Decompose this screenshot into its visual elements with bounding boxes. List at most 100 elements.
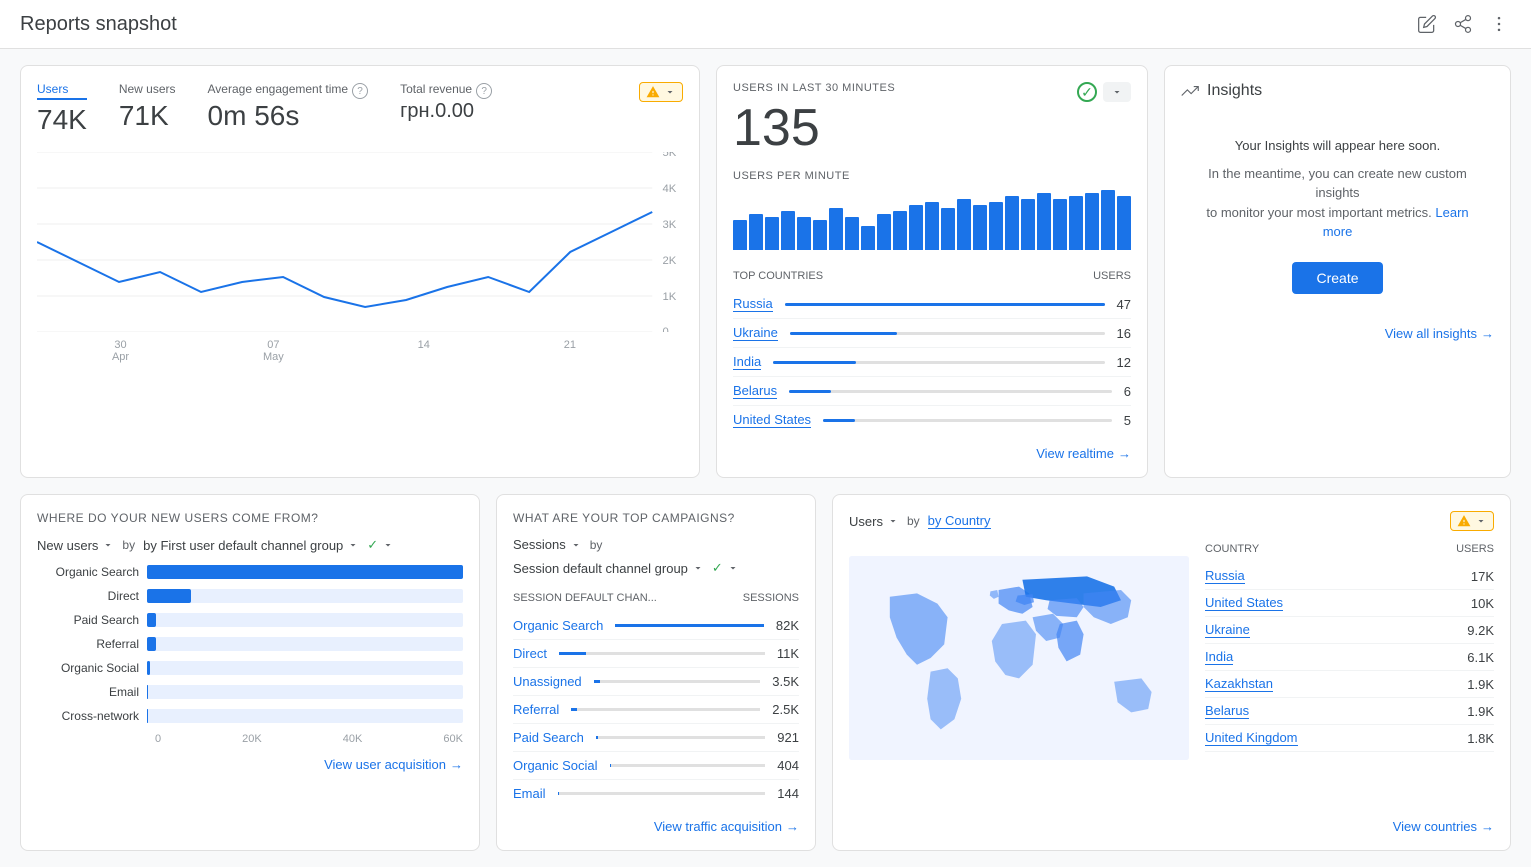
geo-kazakhstan-value: 1.9K	[1467, 677, 1494, 692]
x-label-4: 21	[564, 339, 576, 363]
session-direct-value: 11K	[777, 646, 799, 661]
bar-25	[1117, 196, 1131, 250]
geo-russia[interactable]: Russia	[1205, 568, 1245, 584]
edit-icon[interactable]	[1415, 12, 1439, 36]
session-social-bar-container	[610, 764, 766, 767]
country-row-russia: Russia 47	[733, 290, 1131, 319]
country-ukraine[interactable]: Ukraine	[733, 325, 778, 341]
view-user-acquisition-link[interactable]: View user acquisition →	[324, 757, 463, 772]
geo-belarus-value: 1.9K	[1467, 704, 1494, 719]
create-button[interactable]: Create	[1292, 262, 1382, 294]
hbar-track-cross	[147, 709, 463, 723]
session-email-name[interactable]: Email	[513, 786, 546, 801]
hbar-track-paid	[147, 613, 463, 627]
session-referral-name[interactable]: Referral	[513, 702, 559, 717]
bar-8	[845, 217, 859, 250]
view-traffic-link[interactable]: View traffic acquisition →	[654, 819, 799, 834]
filter-sessions[interactable]: Sessions	[513, 537, 582, 552]
geo-india[interactable]: India	[1205, 649, 1233, 665]
session-unassigned-name[interactable]: Unassigned	[513, 674, 582, 689]
geo-india-value: 6.1K	[1467, 650, 1494, 665]
realtime-card: USERS IN LAST 30 MINUTES 135 ✓ USERS PER…	[716, 65, 1148, 478]
geo-russia-row: Russia 17K	[1205, 563, 1494, 590]
session-row-organic: Organic Search 82K	[513, 612, 799, 640]
engagement-info-icon[interactable]: ?	[352, 83, 368, 99]
bar-1	[733, 220, 747, 250]
country-russia[interactable]: Russia	[733, 296, 773, 312]
more-icon[interactable]	[1487, 12, 1511, 36]
session-unassigned-value: 3.5K	[772, 674, 799, 689]
filter-chevron	[102, 539, 114, 551]
bar-9	[861, 226, 875, 250]
geo-users-chevron	[887, 515, 899, 527]
svg-text:2K: 2K	[662, 255, 676, 267]
filter-channel-group[interactable]: by First user default channel group	[143, 538, 359, 553]
svg-text:4K: 4K	[662, 183, 676, 195]
bottom-row: WHERE DO YOUR NEW USERS COME FROM? New u…	[20, 494, 1511, 851]
geo-us[interactable]: United States	[1205, 595, 1283, 611]
country-india[interactable]: India	[733, 354, 761, 370]
view-traffic-container: View traffic acquisition →	[513, 819, 799, 834]
svg-text:0: 0	[662, 326, 668, 332]
geo-filter-row: Users by by Country	[849, 513, 991, 529]
hbar-label-email: Email	[37, 685, 147, 699]
campaigns-filter-row: Sessions by Session default channel grou…	[513, 537, 799, 576]
metrics-card: Users 74K New users 71K Average engageme…	[20, 65, 700, 478]
country-col-label: COUNTRY	[1205, 543, 1259, 555]
bar-12	[909, 205, 923, 250]
bar-2	[749, 214, 763, 250]
bar-16	[973, 205, 987, 250]
session-referral-bar	[571, 708, 577, 711]
status-dropdown[interactable]: ✓	[367, 537, 394, 553]
header-actions	[1415, 12, 1511, 36]
geo-uk[interactable]: United Kingdom	[1205, 730, 1298, 746]
countries-table: Russia 47 Ukraine 16 India	[733, 290, 1131, 434]
users-label[interactable]: Users	[37, 82, 87, 100]
status-indicator: ✓	[1077, 82, 1097, 102]
geo-belarus[interactable]: Belarus	[1205, 703, 1249, 719]
view-countries-link[interactable]: View countries →	[1393, 819, 1494, 834]
filter-users-geo[interactable]: Users	[849, 514, 899, 529]
hbar-organic-search: Organic Search	[37, 565, 463, 579]
warning-badge[interactable]	[639, 82, 683, 102]
session-direct-name[interactable]: Direct	[513, 646, 547, 661]
country-belarus[interactable]: Belarus	[733, 383, 777, 399]
bar-20	[1037, 193, 1051, 250]
country-us[interactable]: United States	[733, 412, 811, 428]
arrow-icon-geo: →	[1481, 819, 1494, 834]
hbar-paid: Paid Search	[37, 613, 463, 627]
session-social-name[interactable]: Organic Social	[513, 758, 598, 773]
hbar-fill-direct	[147, 589, 191, 603]
filter-session-channel[interactable]: Session default channel group	[513, 561, 704, 576]
session-organic-name[interactable]: Organic Search	[513, 618, 603, 633]
view-acquisition-container: View user acquisition →	[37, 757, 463, 772]
view-all-insights-link[interactable]: View all insights →	[1385, 326, 1494, 341]
geo-warning-badge[interactable]	[1450, 511, 1494, 531]
revenue-value: грн.0.00	[400, 100, 492, 123]
filter-country[interactable]: by Country	[928, 513, 991, 529]
realtime-dropdown[interactable]	[1103, 82, 1131, 102]
per-minute-label: USERS PER MINUTE	[733, 170, 1131, 182]
insights-card: Insights Your Insights will appear here …	[1164, 65, 1511, 478]
belarus-bar	[789, 390, 831, 393]
us-value: 5	[1124, 413, 1131, 428]
revenue-info-icon[interactable]: ?	[476, 83, 492, 99]
sessions-chevron	[570, 539, 582, 551]
campaigns-status-dropdown[interactable]: ✓	[712, 560, 739, 576]
realtime-header: USERS IN LAST 30 MINUTES 135 ✓	[733, 82, 1131, 162]
geo-ukraine[interactable]: Ukraine	[1205, 622, 1250, 638]
country-row-ukraine: Ukraine 16	[733, 319, 1131, 348]
hbar-track-email	[147, 685, 463, 699]
geo-card: Users by by Country	[832, 494, 1511, 851]
view-realtime-link[interactable]: View realtime →	[1036, 446, 1131, 461]
session-paid-name[interactable]: Paid Search	[513, 730, 584, 745]
learn-more-link[interactable]: Learn more	[1323, 205, 1469, 240]
insights-body-title: Your Insights will appear here soon.	[1201, 136, 1474, 156]
svg-text:1K: 1K	[662, 291, 676, 303]
session-row-direct: Direct 11K	[513, 640, 799, 668]
filter-new-users[interactable]: New users	[37, 538, 114, 553]
sessions-col: SESSIONS	[743, 592, 799, 604]
geo-kazakhstan[interactable]: Kazakhstan	[1205, 676, 1273, 692]
share-icon[interactable]	[1451, 12, 1475, 36]
hbar-direct: Direct	[37, 589, 463, 603]
